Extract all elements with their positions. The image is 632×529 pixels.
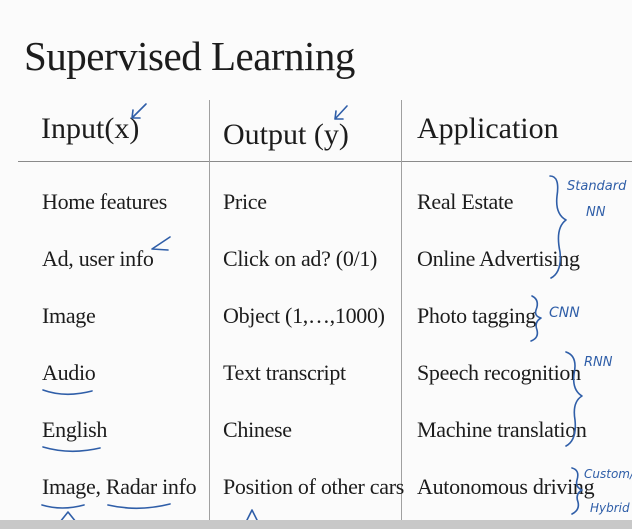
annotation-cnn: CNN bbox=[549, 305, 580, 321]
row-5-application: Machine translation bbox=[417, 417, 587, 442]
row-6-output: Position of other cars bbox=[223, 474, 404, 499]
row-4-application: Speech recognition bbox=[417, 360, 581, 385]
column-header-input: Input(x) bbox=[41, 112, 140, 145]
row-4-input: Audio bbox=[42, 360, 96, 385]
row-1-application: Real Estate bbox=[417, 189, 514, 214]
row-3-application: Photo tagging bbox=[417, 303, 536, 328]
row-5-output: Chinese bbox=[223, 417, 292, 442]
annotation-rnn: RNN bbox=[584, 355, 613, 370]
row-3-input: Image bbox=[42, 303, 96, 328]
video-bottom-bar bbox=[0, 520, 632, 529]
annotation-arrow-ad bbox=[151, 236, 171, 251]
column-divider-1 bbox=[209, 100, 210, 529]
underline-radar bbox=[107, 503, 171, 510]
annotation-hybrid: Hybrid bbox=[590, 501, 630, 515]
row-4-output: Text transcript bbox=[223, 360, 346, 385]
row-2-output: Click on ad? (0/1) bbox=[223, 246, 378, 271]
row-1-input: Home features bbox=[42, 189, 167, 214]
lecture-slide: Supervised Learning Input(x) Output (y) … bbox=[0, 0, 632, 529]
column-divider-2 bbox=[401, 100, 402, 529]
column-header-application: Application bbox=[417, 112, 559, 145]
row-5-input: English bbox=[42, 417, 108, 442]
row-2-input: Ad, user info bbox=[42, 246, 154, 271]
slide-title: Supervised Learning bbox=[24, 33, 355, 79]
row-3-output: Object (1,…,1000) bbox=[223, 303, 385, 328]
header-divider bbox=[18, 161, 632, 162]
row-6-input: Image, Radar info bbox=[42, 474, 197, 499]
annotation-nn: NN bbox=[586, 205, 606, 220]
annotation-standard: Standard bbox=[567, 179, 627, 194]
underline-english bbox=[42, 446, 101, 453]
row-2-application: Online Advertising bbox=[417, 246, 580, 271]
row-6-application: Autonomous driving bbox=[417, 474, 595, 499]
underline-audio bbox=[42, 389, 93, 396]
row-1-output: Price bbox=[223, 189, 267, 214]
underline-image bbox=[41, 504, 85, 509]
column-header-output: Output (y) bbox=[223, 118, 349, 151]
